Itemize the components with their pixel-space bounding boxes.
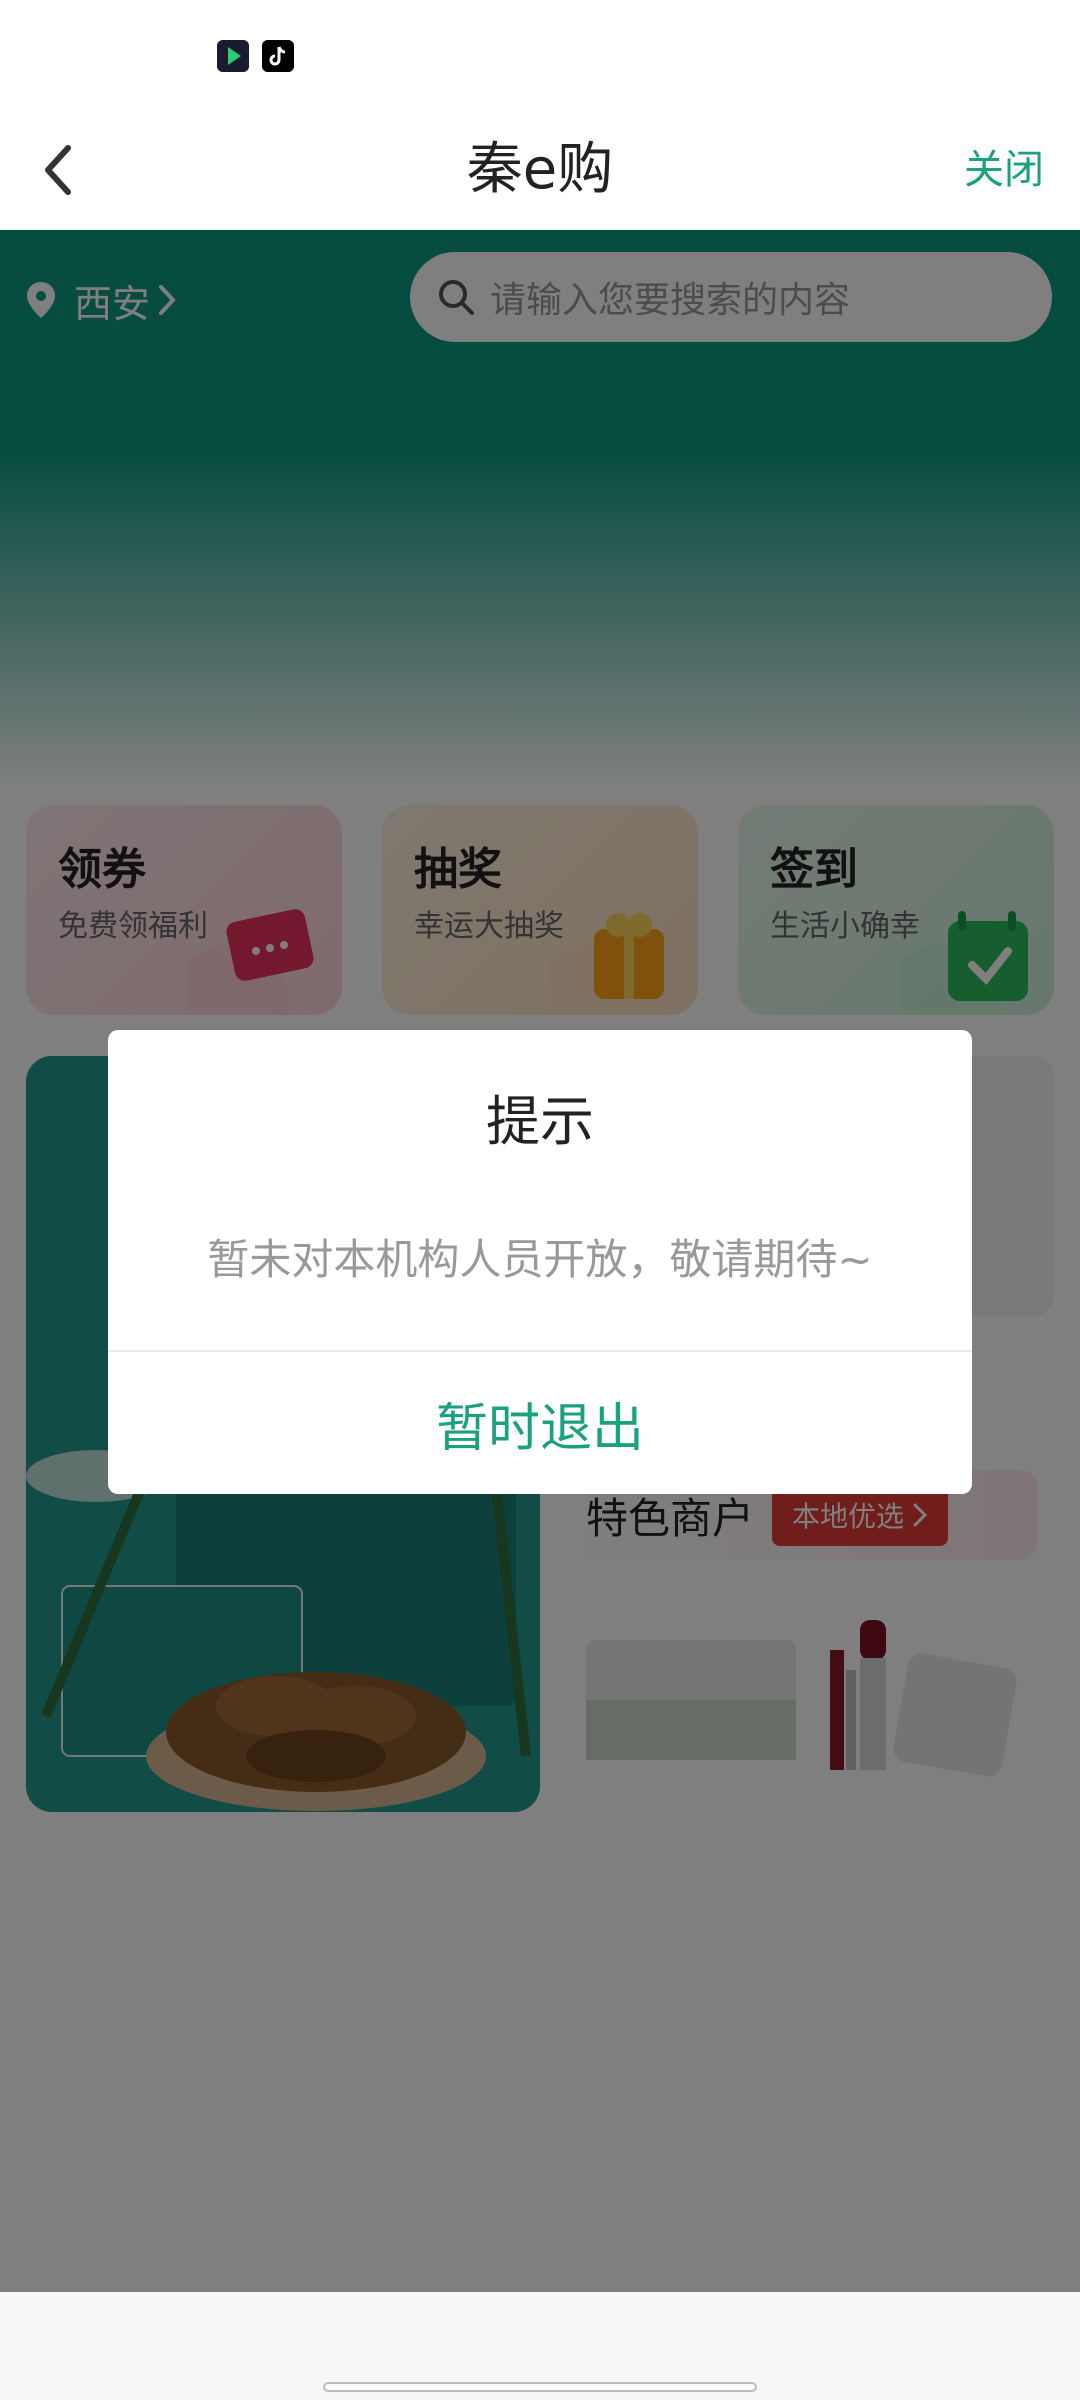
video-app-notification-icon [217, 40, 249, 72]
close-button[interactable]: 关闭 [964, 138, 1044, 202]
top-nav-bar: 秦e购 关闭 [0, 110, 1080, 230]
home-gesture-handle[interactable] [323, 2382, 757, 2392]
status-bar [0, 0, 1080, 110]
exit-button[interactable]: 暂时退出 [108, 1352, 972, 1494]
notice-dialog: 提示 暂未对本机构人员开放，敬请期待~ 暂时退出 [108, 1030, 972, 1494]
tiktok-notification-icon [262, 40, 294, 72]
dialog-message: 暂未对本机构人员开放，敬请期待~ [207, 1235, 873, 1284]
system-navigation-bar [0, 2292, 1080, 2400]
page-title: 秦e购 [466, 137, 614, 202]
dialog-title: 提示 [486, 1090, 594, 1153]
